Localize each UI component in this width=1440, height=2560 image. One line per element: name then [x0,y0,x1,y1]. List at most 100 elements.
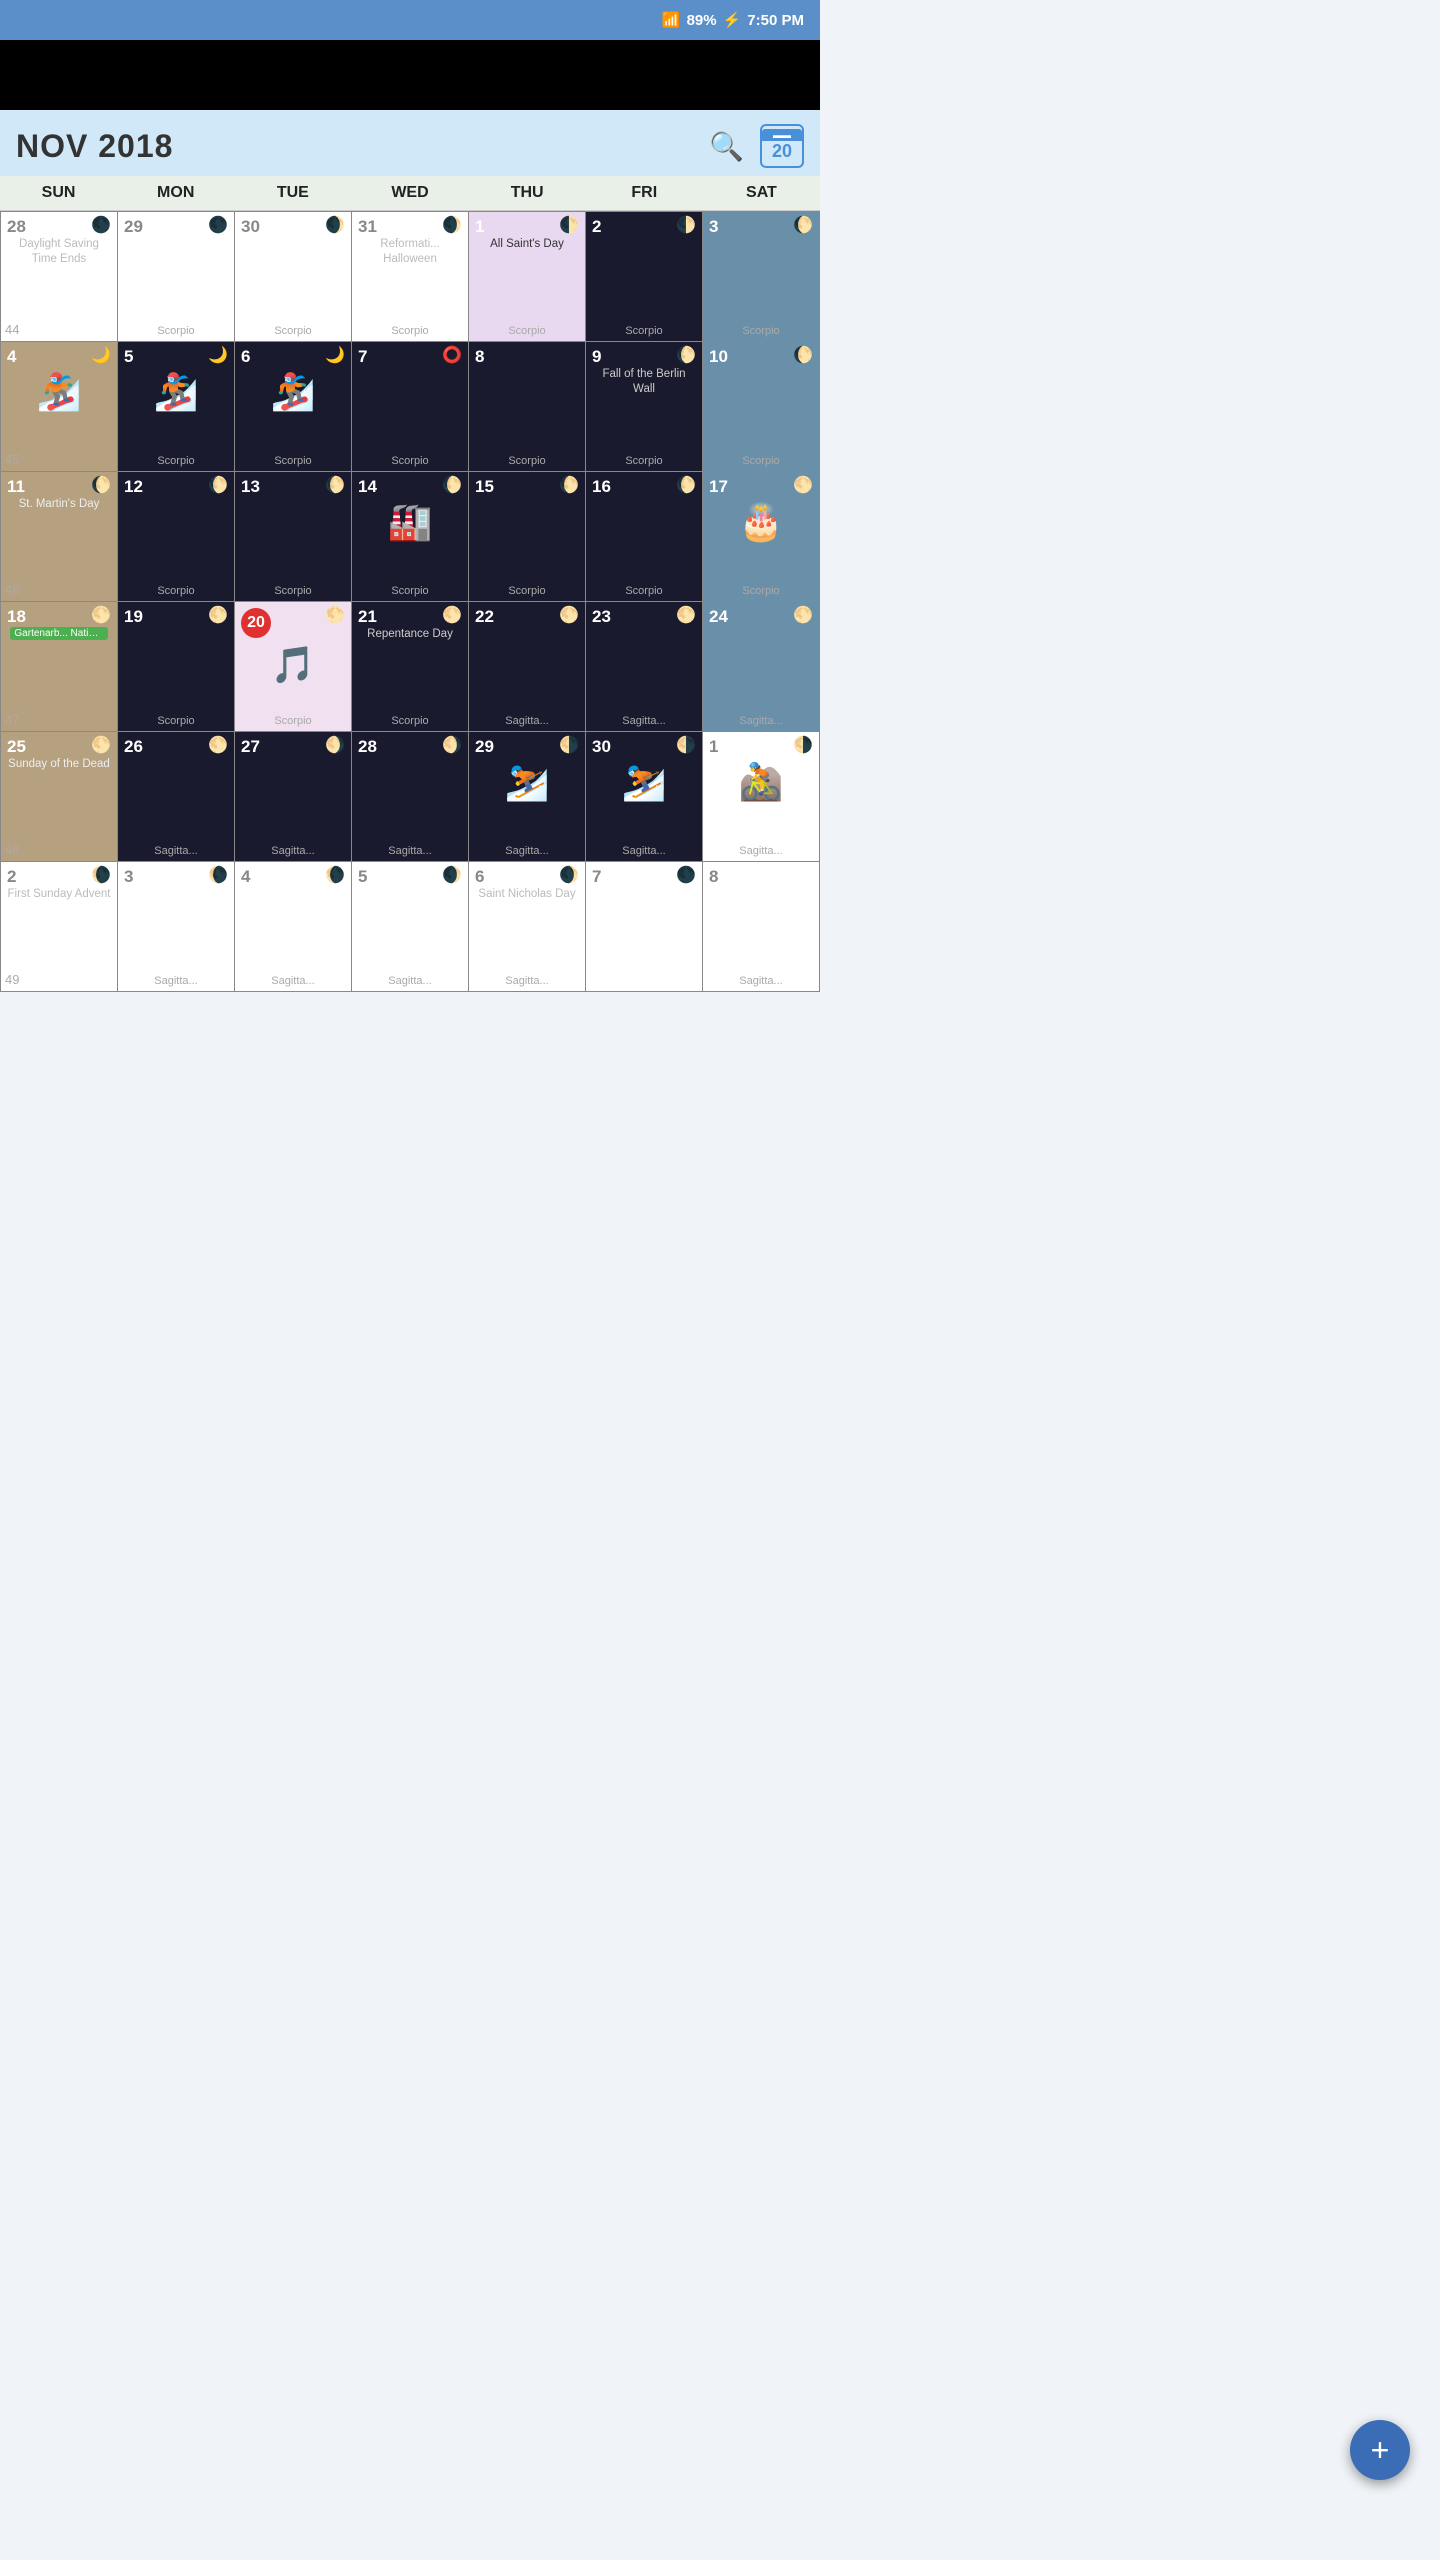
cal-cell-13-week2[interactable]: 13🌔Scorpio [235,472,352,602]
cal-cell-15-week2[interactable]: 15🌔Scorpio [469,472,586,602]
calendar-icon-day: 20 [772,141,792,163]
cell-date: 28 [7,218,26,235]
moon-icon: 🌔 [793,218,813,234]
cell-emoji: 🎂 [739,501,784,543]
cal-cell-26-week4[interactable]: 26🌕Sagitta... [118,732,235,862]
cal-cell-1-week0[interactable]: 1🌓All Saint's DayScorpio [469,212,586,342]
search-button[interactable]: 🔍 [709,130,744,163]
week-number: 45 [5,452,19,467]
cell-top: 2🌓 [590,216,698,235]
cal-cell-28-week4[interactable]: 28🌖Sagitta... [352,732,469,862]
cal-cell-28-week0[interactable]: 28🌑Daylight Saving Time Ends44 [1,212,118,342]
cal-cell-14-week2[interactable]: 14🌔🏭Scorpio [352,472,469,602]
cell-date: 26 [124,738,143,755]
cal-cell-7-week1[interactable]: 7⭕Scorpio [352,342,469,472]
moon-icon: 🌕 [559,608,579,624]
cell-date: 18 [7,608,26,625]
cal-cell-3-week0[interactable]: 3🌔Scorpio [703,212,820,342]
cell-date: 4 [241,868,250,885]
time-text: 7:50 PM [747,12,804,29]
moon-icon: 🌖 [325,738,345,754]
cell-date: 5 [358,868,367,885]
moon-icon: 🌕 [208,738,228,754]
cal-cell-29-week4[interactable]: 29🌗⛷️Sagitta... [469,732,586,862]
cal-cell-7-week5[interactable]: 7🌑 [586,862,703,992]
zodiac-label: Scorpio [703,585,819,597]
moon-icon: 🌙 [91,348,111,364]
cell-top: 29🌗 [473,736,581,755]
cal-cell-8-week5[interactable]: 8Sagitta... [703,862,820,992]
cal-cell-19-week3[interactable]: 19🌕Scorpio [118,602,235,732]
cal-cell-20-week3[interactable]: 20🌕🎵Scorpio [235,602,352,732]
cell-date: 23 [592,608,611,625]
cal-cell-4-week5[interactable]: 4🌘Sagitta... [235,862,352,992]
cell-date: 30 [241,218,260,235]
cell-emoji: 🏭 [388,501,433,543]
battery-text: 89% [687,12,717,29]
zodiac-label: Scorpio [352,325,468,337]
cell-top: 6🌙 [239,346,347,365]
cal-cell-5-week1[interactable]: 5🌙🏂Scorpio [118,342,235,472]
cell-top: 28🌑 [5,216,113,235]
moon-icon: 🌕 [325,608,345,624]
cal-cell-21-week3[interactable]: 21🌕Repentance DayScorpio [352,602,469,732]
zodiac-label: Scorpio [235,325,351,337]
cal-cell-2-week5[interactable]: 2🌘First Sunday Advent49 [1,862,118,992]
cal-cell-27-week4[interactable]: 27🌖Sagitta... [235,732,352,862]
cell-event: Reformati... Halloween [356,237,464,267]
moon-icon: ⭕ [442,348,462,364]
cell-date: 17 [709,478,728,495]
cell-top: 11🌔 [5,476,113,495]
cell-event: All Saint's Day [490,237,564,252]
cal-cell-17-week2[interactable]: 17🌕🎂Scorpio [703,472,820,602]
add-event-button[interactable]: + [1350,2420,1410,2480]
cell-date: 8 [475,348,484,365]
moon-icon: 🌒 [442,218,462,234]
cell-date: 28 [358,738,377,755]
week-number: 44 [5,322,19,337]
cal-cell-5-week5[interactable]: 5🌒Sagitta... [352,862,469,992]
cal-cell-22-week3[interactable]: 22🌕Sagitta... [469,602,586,732]
cal-cell-6-week5[interactable]: 6🌒Saint Nicholas DaySagitta... [469,862,586,992]
cal-cell-11-week2[interactable]: 11🌔St. Martin's Day46 [1,472,118,602]
cell-top: 4🌙 [5,346,113,365]
cal-cell-25-week4[interactable]: 25🌕Sunday of the Dead48 [1,732,118,862]
cell-date: 7 [358,348,367,365]
cell-top: 16🌔 [590,476,698,495]
signal-icon: 📶 [662,11,681,29]
cal-cell-16-week2[interactable]: 16🌔Scorpio [586,472,703,602]
cal-cell-31-week0[interactable]: 31 🌒 Reformati... Halloween Scorpio [352,212,469,342]
moon-icon: 🌓 [676,218,696,234]
calendar-icon-box[interactable]: ▬▬ 20 [760,124,804,168]
cal-cell-9-week1[interactable]: 9🌔Fall of the Berlin WallScorpio [586,342,703,472]
cell-date: 31 [358,218,377,235]
moon-icon: 🌕 [208,608,228,624]
cell-date: 3 [709,218,718,235]
cal-cell-24-week3[interactable]: 24🌕Sagitta... [703,602,820,732]
moon-icon: 🌔 [676,348,696,364]
cal-cell-23-week3[interactable]: 23🌕Sagitta... [586,602,703,732]
zodiac-label: Sagitta... [586,845,702,857]
cal-cell-8-week1[interactable]: 8Scorpio [469,342,586,472]
zodiac-label: Sagitta... [703,975,819,987]
cal-cell-30-week4[interactable]: 30🌗⛷️Sagitta... [586,732,703,862]
zodiac-label: Scorpio [586,455,702,467]
moon-icon: 🌒 [325,218,345,234]
moon-icon: 🌔 [325,478,345,494]
cal-cell-12-week2[interactable]: 12🌔Scorpio [118,472,235,602]
cal-cell-4-week1[interactable]: 4🌙🏂45 [1,342,118,472]
moon-icon: 🌑 [676,868,696,884]
cal-cell-10-week1[interactable]: 10🌔Scorpio [703,342,820,472]
moon-icon: 🌕 [442,608,462,624]
black-band [0,40,820,110]
cal-cell-3-week5[interactable]: 3🌘Sagitta... [118,862,235,992]
cal-cell-1-week4[interactable]: 1🌗🚵Sagitta... [703,732,820,862]
cal-cell-30-week0[interactable]: 30 🌒 Scorpio [235,212,352,342]
cal-cell-6-week1[interactable]: 6🌙🏂Scorpio [235,342,352,472]
moon-icon: 🌙 [325,348,345,364]
cal-cell-29-week0[interactable]: 29🌑Scorpio [118,212,235,342]
cal-cell-2-week0[interactable]: 2🌓Scorpio [586,212,703,342]
cell-event: Fall of the Berlin Wall [590,367,698,397]
cell-event: St. Martin's Day [19,497,100,512]
cal-cell-18-week3[interactable]: 18🌕Gartenarb... National...47 [1,602,118,732]
